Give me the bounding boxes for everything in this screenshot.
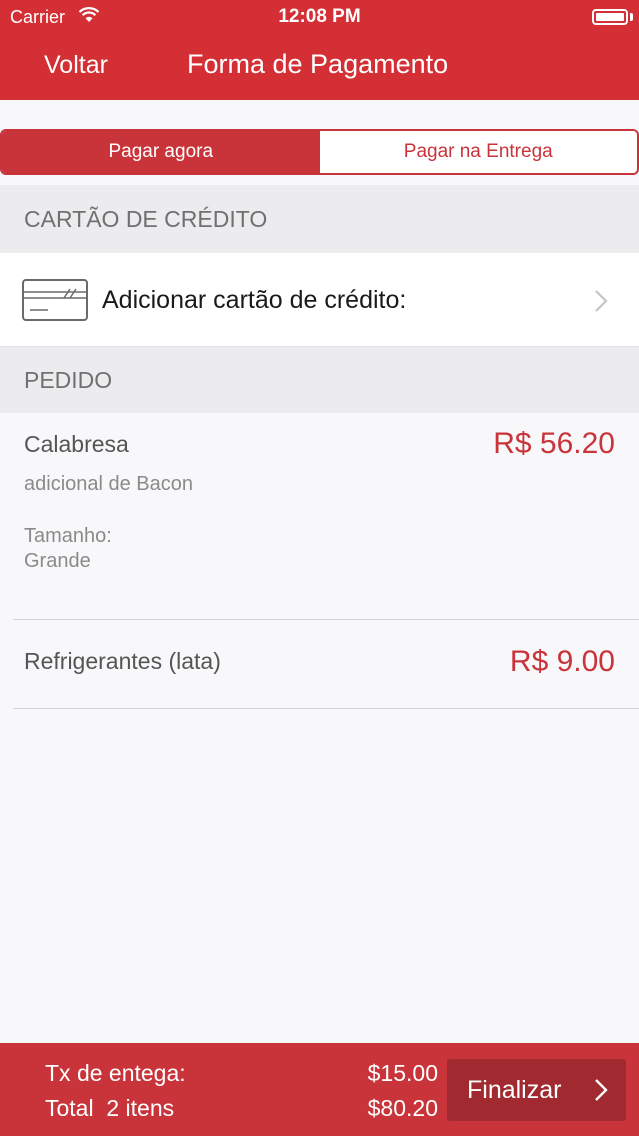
status-bar: Carrier 12:08 PM: [0, 0, 639, 34]
total-label: Total 2 itens: [45, 1095, 175, 1121]
item-divider: [13, 708, 639, 709]
order-item-price: R$ 9.00: [509, 645, 615, 678]
page-title: Forma de Pagamento: [187, 49, 449, 79]
finalize-label: Finalizar: [467, 1075, 562, 1104]
order-item-size-value: Grande: [24, 550, 91, 572]
order-item-price: R$ 56.20: [493, 427, 615, 460]
chevron-right-icon: [595, 290, 608, 312]
status-time: 12:08 PM: [278, 6, 361, 27]
finalize-button[interactable]: Finalizar: [447, 1059, 626, 1121]
segment-pay-on-delivery[interactable]: Pagar na Entrega: [319, 131, 637, 173]
add-card-label: Adicionar cartão de crédito:: [102, 286, 407, 314]
chevron-right-icon: [595, 1079, 608, 1101]
battery-tip: [630, 13, 633, 21]
order-section-header: PEDIDO: [0, 347, 639, 413]
order-item: Calabresa R$ 56.20 adicional de Bacon Ta…: [0, 413, 639, 619]
order-item-name: Calabresa: [24, 431, 129, 457]
order-item-size-label: Tamanho:: [24, 525, 112, 547]
credit-card-icon: [22, 279, 88, 321]
delivery-fee-value: $15.00: [367, 1060, 438, 1086]
order-item-name: Refrigerantes (lata): [24, 648, 221, 674]
checkout-footer: Tx de entega: $15.00 Total 2 itens $80.2…: [0, 1043, 639, 1136]
navigation-bar: Carrier 12:08 PM Voltar Forma de Pagamen…: [0, 0, 639, 100]
battery-icon: [592, 9, 628, 25]
segment-pay-now[interactable]: Pagar agora: [2, 131, 320, 173]
credit-card-section-header: CARTÃO DE CRÉDITO: [0, 185, 639, 253]
delivery-fee-label: Tx de entega:: [45, 1060, 186, 1086]
back-button[interactable]: Voltar: [44, 51, 108, 80]
order-item-extra: adicional de Bacon: [24, 473, 194, 495]
order-item: Refrigerantes (lata) R$ 9.00: [0, 620, 639, 708]
payment-mode-segmented-control: Pagar agora Pagar na Entrega: [0, 129, 639, 175]
total-value: $80.20: [367, 1095, 438, 1121]
add-credit-card-row[interactable]: Adicionar cartão de crédito:: [0, 253, 639, 347]
